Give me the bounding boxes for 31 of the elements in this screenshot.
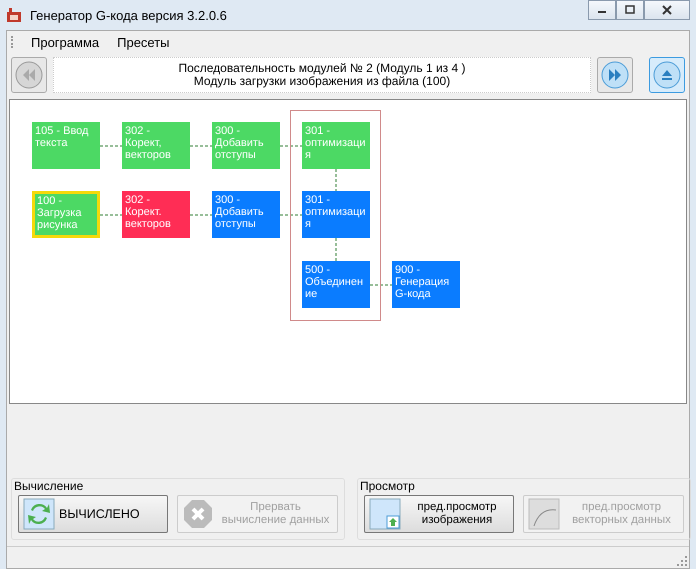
module-block[interactable]: 301 - оптимизаци я: [302, 191, 370, 238]
compute-icon: [23, 498, 55, 530]
action-button[interactable]: пред.просмотр изображения: [364, 495, 514, 533]
module-block[interactable]: 900 - Генерация G-кода: [392, 261, 460, 308]
minimize-button[interactable]: [588, 0, 616, 20]
info-text: Последовательность модулей № 2 (Модуль 1 из 4 ): [178, 62, 466, 75]
module-block[interactable]: 302 - Корект. векторов: [122, 191, 190, 238]
connector-line: [370, 284, 392, 286]
window-title: Генератор G-кода версия 3.2.0.6: [30, 8, 227, 22]
forward-button[interactable]: [597, 57, 633, 93]
connector-line: [280, 214, 302, 216]
menu-item[interactable]: Программа: [31, 34, 100, 50]
stop-icon: [182, 498, 214, 530]
maximize-icon: [625, 5, 635, 15]
action-button[interactable]: ВЫЧИСЛЕНО: [18, 495, 168, 533]
maximize-button[interactable]: [616, 0, 644, 20]
module-block[interactable]: 300 - Добавить отступы: [212, 191, 280, 238]
module-block[interactable]: 500 - Объединен ие: [302, 261, 370, 308]
resize-grip-icon: [677, 556, 687, 566]
connector-line: [100, 214, 122, 216]
close-icon: [661, 5, 673, 15]
vector-icon: [528, 498, 560, 530]
eject-button[interactable]: [649, 57, 685, 93]
image-icon: [369, 498, 401, 530]
close-button[interactable]: [644, 0, 690, 20]
info-text: Модуль загрузки изображения из файла (100): [194, 75, 450, 88]
connector-line: [190, 214, 212, 216]
group-title: Просмотр: [360, 479, 415, 493]
app-icon: [6, 7, 22, 23]
group-title: Вычисление: [14, 479, 84, 493]
menu-item[interactable]: Пресеты: [117, 34, 170, 50]
